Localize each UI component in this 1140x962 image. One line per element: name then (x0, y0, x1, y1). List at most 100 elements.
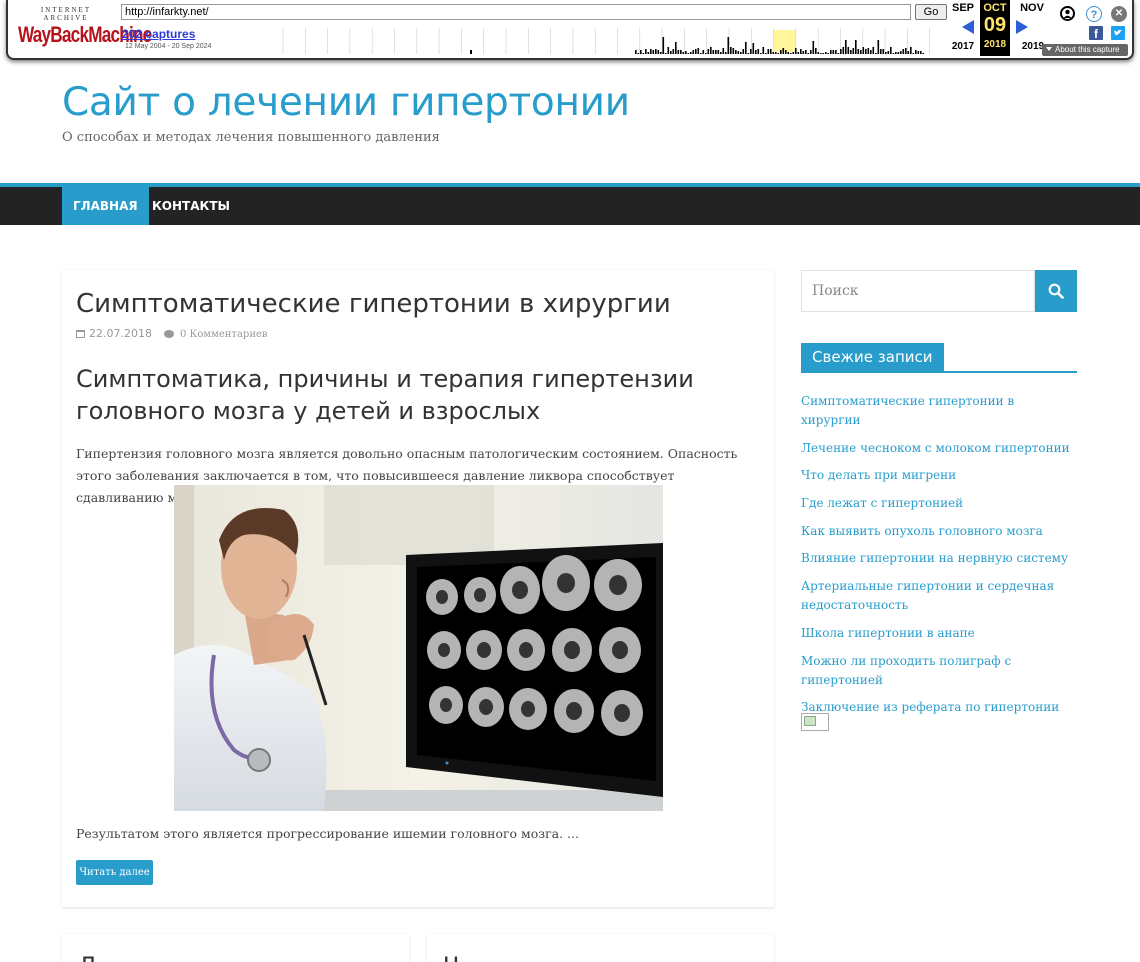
search-button[interactable] (1035, 270, 1077, 312)
post-comments-link[interactable]: 0 Комментариев (180, 329, 268, 340)
sparkline-bar (725, 52, 727, 54)
wayback-go-button[interactable]: Go (915, 4, 947, 20)
sparkline-bar (670, 51, 672, 54)
sparkline-bar (835, 50, 837, 54)
wayback-prev-arrow-icon[interactable] (962, 20, 974, 34)
wayback-captures-link[interactable]: 202 captures (122, 27, 195, 41)
sparkline-bar (655, 49, 657, 54)
sparkline-bar (845, 40, 847, 54)
sparkline-bar (810, 50, 812, 54)
recent-post-link[interactable]: Как выявить опухоль головного мозга (801, 522, 1077, 541)
sparkline-bar (915, 50, 917, 54)
nav-item-contacts[interactable]: КОНТАКТЫ (141, 187, 241, 225)
next-post-card: Л (62, 934, 409, 962)
sparkline-bar (910, 47, 912, 54)
wayback-next-arrow-icon[interactable] (1016, 20, 1028, 34)
recent-posts-title: Свежие записи (801, 343, 944, 371)
post-meta: 22.07.2018 0 Комментариев (76, 327, 268, 340)
sparkline-bar (807, 53, 810, 54)
sparkline-bar (642, 53, 645, 54)
close-icon[interactable]: ✕ (1111, 6, 1127, 22)
read-more-button[interactable]: Читать далее (76, 860, 153, 885)
sparkline-bar (690, 52, 692, 54)
recent-post-link[interactable]: Что делать при мигрени (801, 466, 1077, 485)
wayback-url-input[interactable] (121, 4, 911, 20)
sparkline-bar (762, 47, 765, 54)
main-navigation: ГЛАВНАЯ КОНТАКТЫ (0, 183, 1140, 225)
wayback-prev-year[interactable]: 2017 (948, 41, 978, 52)
sparkline-bar (780, 50, 782, 54)
post-title[interactable]: Симптоматические гипертонии в хирургии (76, 289, 671, 319)
wayback-next-month[interactable]: NOV (1017, 2, 1047, 14)
sparkline-bar (832, 50, 835, 54)
sparkline-bar (905, 48, 907, 54)
next-post-card: Ч (427, 934, 774, 962)
sparkline-bar (660, 52, 662, 54)
sparkline-bar (850, 50, 852, 54)
sparkline-bar (785, 50, 787, 54)
sparkline-bar (917, 51, 920, 54)
recent-posts-list: Симптоматические гипертонии в хирургии Л… (801, 392, 1077, 726)
sparkline-bar (822, 53, 825, 54)
sparkline-bar (920, 51, 922, 54)
recent-post-link[interactable]: Где лежат с гипертонией (801, 494, 1077, 513)
about-capture-button[interactable]: About this capture (1042, 44, 1128, 56)
sparkline-bar (787, 52, 790, 54)
wayback-logo[interactable]: INTERNET ARCHIVE WayBackMachine (18, 6, 152, 46)
sparkline-bar (795, 48, 797, 54)
sparkline-bar (922, 53, 925, 54)
account-icon[interactable] (1060, 6, 1075, 21)
next-post-title-partial[interactable]: Л (78, 952, 96, 962)
sparkline-bar (877, 40, 880, 54)
wayback-capture-sparkline[interactable] (275, 28, 943, 54)
sparkline-bar (730, 47, 732, 54)
sparkline-bar (755, 50, 757, 54)
sparkline-bar (715, 50, 717, 54)
sparkline-bar (875, 53, 877, 54)
sparkline-bar (770, 49, 772, 54)
facebook-icon[interactable]: f (1089, 26, 1103, 41)
sparkline-bar (847, 47, 850, 54)
sparkline-bar (837, 53, 840, 54)
sparkline-bar (777, 53, 780, 54)
post-card: Симптоматические гипертонии в хирургии 2… (62, 270, 774, 907)
post-heading: Симптоматика, причины и терапия гипертен… (76, 365, 694, 425)
sparkline-bar (647, 52, 650, 54)
recent-post-link[interactable]: Влияние гипертонии на нервную систему (801, 549, 1077, 568)
post-date[interactable]: 22.07.2018 (89, 327, 152, 340)
broken-image-icon[interactable] (801, 713, 829, 731)
wayback-prev-month[interactable]: SEP (948, 2, 978, 14)
recent-post-link[interactable]: Лечение чесноком с молоком гипертонии (801, 439, 1077, 458)
sparkline-bar (830, 50, 832, 54)
recent-post-link[interactable]: Симптоматические гипертонии в хирургии (801, 392, 1077, 430)
sparkline-bar (842, 47, 845, 54)
sparkline-bar (710, 47, 712, 54)
sparkline-bar (707, 49, 710, 54)
sparkline-bar (825, 52, 827, 54)
wayback-toolbar: INTERNET ARCHIVE WayBackMachine Go 202 c… (6, 0, 1134, 60)
twitter-icon[interactable] (1111, 26, 1125, 40)
search-input[interactable]: Поиск (801, 270, 1035, 312)
sparkline-bar (740, 52, 742, 54)
site-title[interactable]: Сайт о лечении гипертонии (62, 80, 630, 125)
recent-post-link[interactable]: Школа гипертонии в анапе (801, 624, 1077, 643)
help-icon[interactable]: ? (1086, 6, 1102, 22)
sparkline-bar (722, 48, 725, 54)
next-post-title-partial[interactable]: Ч (443, 952, 459, 962)
sparkline-bar (677, 50, 680, 54)
wayback-current-year: 2018 (983, 39, 1007, 50)
calendar-icon (76, 330, 85, 338)
nav-item-home[interactable]: ГЛАВНАЯ (62, 187, 149, 225)
sparkline-bar (675, 42, 677, 54)
sparkline-bar (792, 52, 795, 54)
sparkline-bar (772, 52, 775, 54)
sparkline-bar (637, 53, 640, 54)
sparkline-bar (880, 49, 882, 54)
recent-post-link[interactable]: Можно ли проходить полиграф с гипертоние… (801, 652, 1077, 690)
post-image-doctor-mri (174, 485, 663, 811)
sparkline-bar (735, 50, 737, 54)
sparkline-bar (747, 53, 750, 54)
recent-post-link[interactable]: Артериальные гипертонии и сердечная недо… (801, 577, 1077, 615)
recent-post-link[interactable]: Заключение из реферата по гипертонии (801, 698, 1077, 717)
sparkline-bar (662, 37, 665, 54)
